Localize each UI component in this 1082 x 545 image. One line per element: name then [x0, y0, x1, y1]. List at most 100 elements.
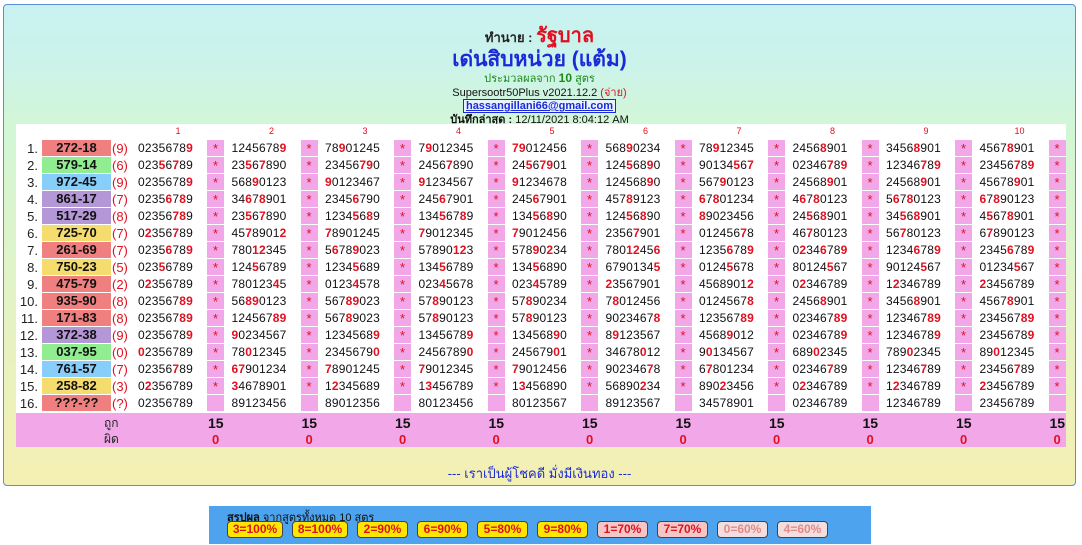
hit-mark: *: [768, 310, 785, 326]
hit-mark: [581, 395, 598, 411]
hit-mark: *: [861, 378, 879, 394]
digit-set: 78012456: [605, 294, 661, 308]
hit-total: 15: [675, 415, 692, 431]
digit-set: 02345789: [512, 277, 567, 291]
draw-result: 761-57: [42, 361, 111, 377]
row-number: 2.: [27, 158, 38, 173]
hit-mark: *: [674, 174, 692, 190]
hit-mark: *: [581, 157, 598, 173]
hit-mark: *: [487, 157, 505, 173]
hit-count: (8): [112, 294, 128, 309]
hit-mark: *: [487, 344, 505, 360]
digit-set: 89023456: [699, 379, 754, 393]
hit-mark: *: [300, 293, 318, 309]
column-number: 5: [549, 126, 555, 136]
hit-mark: *: [768, 225, 785, 241]
digit-set: 12456890: [605, 175, 661, 189]
digit-set: 12456789: [231, 311, 287, 325]
row-number: 3.: [27, 175, 38, 190]
hit-mark: *: [300, 344, 318, 360]
hit-mark: *: [861, 225, 879, 241]
summary-badge: 4=60%: [777, 521, 828, 538]
digit-set: 78901245: [325, 362, 380, 376]
hit-mark: *: [861, 208, 879, 224]
hit-mark: *: [674, 378, 692, 394]
digit-set: 24568901: [792, 294, 848, 308]
hit-mark: *: [207, 259, 224, 275]
hit-mark: *: [955, 276, 972, 292]
hit-mark: *: [581, 293, 598, 309]
digit-set: 02356789: [138, 192, 193, 206]
hit-mark: *: [768, 361, 785, 377]
column-number: 4: [455, 126, 461, 136]
score-footer: ถูก ผิด 15 0 15 0 15 0 15 0 15 0 15 0 15 0 15 0 15 0 15 0: [16, 413, 1066, 447]
hit-mark: *: [955, 344, 972, 360]
hit-mark: *: [768, 344, 785, 360]
digit-set: 24567901: [512, 345, 567, 359]
digit-set: 24567901: [512, 192, 567, 206]
digit-set: 78901245: [325, 226, 380, 240]
draw-result: 725-70: [42, 225, 111, 241]
hit-mark: *: [487, 276, 505, 292]
hit-mark: *: [1048, 242, 1066, 258]
hit-mark: *: [207, 208, 224, 224]
digit-set: 12346789: [886, 311, 941, 325]
digit-set: 12346789: [886, 328, 941, 342]
hit-mark: *: [394, 208, 411, 224]
digit-set: 57890234: [512, 294, 567, 308]
hit-count: (9): [112, 141, 128, 156]
digit-set: 67890123: [979, 226, 1035, 240]
hit-mark: *: [861, 191, 879, 207]
digit-set: 34578901: [699, 396, 754, 410]
digit-set: 56780123: [886, 226, 941, 240]
digit-set: 23456790: [325, 158, 380, 172]
hit-mark: *: [207, 242, 224, 258]
hit-mark: *: [207, 378, 224, 394]
hit-mark: *: [300, 361, 318, 377]
hit-count: (7): [112, 192, 128, 207]
digit-set: 23456789: [979, 362, 1035, 376]
hit-mark: *: [768, 242, 785, 258]
hit-mark: *: [955, 259, 972, 275]
digit-set: 45789012: [231, 226, 287, 240]
row-number: 12.: [19, 328, 38, 343]
digit-set: 02356789: [138, 362, 193, 376]
digit-set: 34678901: [231, 379, 287, 393]
column-numbers: 1 2 3 4 5 6 7 8 9 10: [16, 126, 1066, 139]
digit-set: 23567890: [231, 158, 287, 172]
hit-mark: [487, 395, 505, 411]
digit-set: 80123567: [512, 396, 567, 410]
hit-mark: *: [1048, 327, 1066, 343]
digit-set: 02346789: [792, 379, 848, 393]
digit-set: 02356789: [138, 226, 193, 240]
draw-result: 972-45: [42, 174, 111, 190]
hit-mark: *: [581, 191, 598, 207]
digit-set: 02356789: [138, 175, 193, 189]
row-number: 6.: [27, 226, 38, 241]
digit-set: 68902345: [792, 345, 848, 359]
column-number: 8: [829, 126, 835, 136]
digit-set: 34568901: [886, 141, 941, 155]
digit-set: 56890234: [605, 379, 661, 393]
digit-set: 23456790: [325, 345, 380, 359]
digit-set: 13456890: [512, 260, 567, 274]
digit-set: 90234567: [231, 328, 287, 342]
digit-set: 34678012: [605, 345, 661, 359]
summary-badge: 7=70%: [657, 521, 708, 538]
hit-count: (8): [112, 311, 128, 326]
summary-badge: 6=90%: [417, 521, 468, 538]
hit-count: (7): [112, 226, 128, 241]
draw-result: 261-69: [42, 242, 111, 258]
hit-mark: *: [581, 140, 598, 156]
digit-set: 45689012: [699, 328, 754, 342]
table-row: 7. 261-69 (7) 02356789 * 78012345 * 56789023 * 57…: [16, 242, 1066, 259]
hit-mark: *: [487, 259, 505, 275]
digit-set: 24567890: [418, 345, 474, 359]
digit-set: 80124567: [792, 260, 848, 274]
digit-set: 02356789: [138, 158, 193, 172]
digit-set: 67801234: [699, 192, 754, 206]
hit-mark: *: [581, 242, 598, 258]
hit-mark: *: [768, 259, 785, 275]
hit-mark: *: [674, 344, 692, 360]
digit-set: 23456789: [979, 328, 1035, 342]
